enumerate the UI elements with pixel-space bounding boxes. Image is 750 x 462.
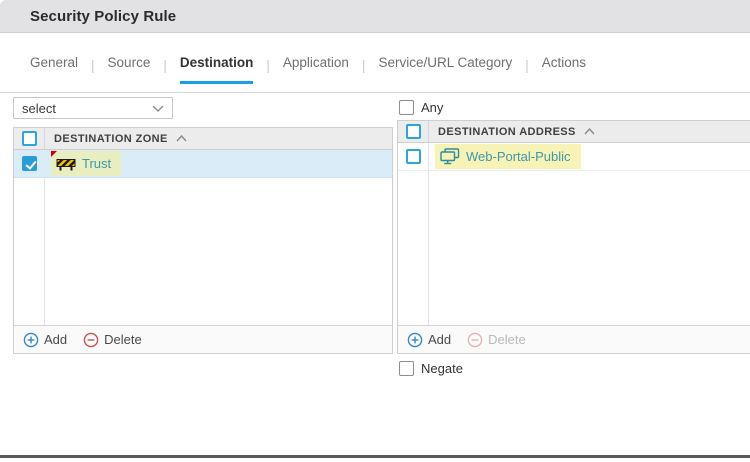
tab-separator: | [525, 58, 529, 84]
zone-filter-dropdown[interactable]: select [13, 97, 173, 119]
address-row-web-portal-public[interactable]: Web-Portal-Public [398, 143, 750, 171]
address-row-checkbox[interactable] [406, 149, 421, 164]
dialog-titlebar: Security Policy Rule [0, 0, 750, 33]
tab-separator: | [91, 58, 95, 84]
zone-delete-label: Delete [104, 332, 142, 347]
zone-filter-dropdown-value: select [22, 101, 56, 116]
tab-separator: | [266, 58, 270, 84]
destination-address-column-header[interactable]: DESTINATION ADDRESS [438, 126, 576, 138]
zone-select-all-checkbox[interactable] [22, 131, 37, 146]
dialog-title: Security Policy Rule [30, 8, 176, 25]
address-select-all-cell [398, 121, 429, 142]
tab-separator: | [362, 58, 366, 84]
address-cell-web-portal-public[interactable]: Web-Portal-Public [435, 144, 581, 169]
zone-row-trust[interactable]: Trust [14, 150, 392, 178]
zone-row-checkbox[interactable] [22, 156, 37, 171]
zone-icon [56, 157, 76, 171]
zone-cell-trust[interactable]: Trust [51, 151, 121, 176]
tabbar-divider [0, 92, 750, 93]
address-icon [440, 148, 460, 165]
address-table-footer: Add Delete [398, 325, 750, 353]
zone-add-label: Add [44, 332, 67, 347]
tab-source[interactable]: Source [108, 55, 151, 84]
address-name: Web-Portal-Public [466, 149, 571, 164]
address-add-button[interactable]: Add [407, 332, 451, 348]
destination-address-table-body: Web-Portal-Public [398, 143, 750, 325]
chevron-down-icon [152, 105, 164, 112]
any-label: Any [421, 100, 443, 115]
negate-checkbox-row: Negate [399, 361, 463, 376]
sort-ascending-icon[interactable] [176, 135, 187, 142]
zone-select-all-cell [14, 128, 45, 149]
tab-bar: General | Source | Destination | Applica… [30, 55, 586, 84]
address-delete-button[interactable]: Delete [467, 332, 526, 348]
destination-zone-table-body: Trust [14, 150, 392, 325]
destination-address-table: DESTINATION ADDRESS [397, 120, 750, 354]
destination-zone-table: DESTINATION ZONE [13, 127, 393, 354]
tab-actions[interactable]: Actions [542, 55, 586, 84]
zone-delete-button[interactable]: Delete [83, 332, 142, 348]
address-row-checkbox-cell [398, 143, 428, 170]
address-add-label: Add [428, 332, 451, 347]
tab-application[interactable]: Application [283, 55, 349, 84]
negate-label: Negate [421, 361, 463, 376]
zone-name: Trust [82, 156, 111, 171]
negate-checkbox[interactable] [399, 361, 414, 376]
zone-add-button[interactable]: Add [23, 332, 67, 348]
destination-zone-column-header[interactable]: DESTINATION ZONE [54, 133, 168, 145]
sort-ascending-icon[interactable] [584, 128, 595, 135]
any-checkbox[interactable] [399, 100, 414, 115]
delete-icon [467, 332, 483, 348]
delete-icon [83, 332, 99, 348]
tab-destination[interactable]: Destination [180, 55, 254, 84]
address-select-all-checkbox[interactable] [406, 124, 421, 139]
tab-general[interactable]: General [30, 55, 78, 84]
tab-separator: | [163, 58, 167, 84]
zone-table-footer: Add Delete [14, 325, 392, 353]
window-bottom-edge [0, 455, 750, 458]
add-icon [407, 332, 423, 348]
destination-address-header-row: DESTINATION ADDRESS [398, 121, 750, 143]
any-checkbox-row: Any [399, 100, 443, 115]
destination-zone-header-row: DESTINATION ZONE [14, 128, 392, 150]
security-policy-rule-dialog: Security Policy Rule General | Source | … [0, 0, 750, 462]
tab-service-url-category[interactable]: Service/URL Category [378, 55, 512, 84]
address-delete-label: Delete [488, 332, 526, 347]
zone-row-checkbox-cell [14, 150, 44, 177]
add-icon [23, 332, 39, 348]
